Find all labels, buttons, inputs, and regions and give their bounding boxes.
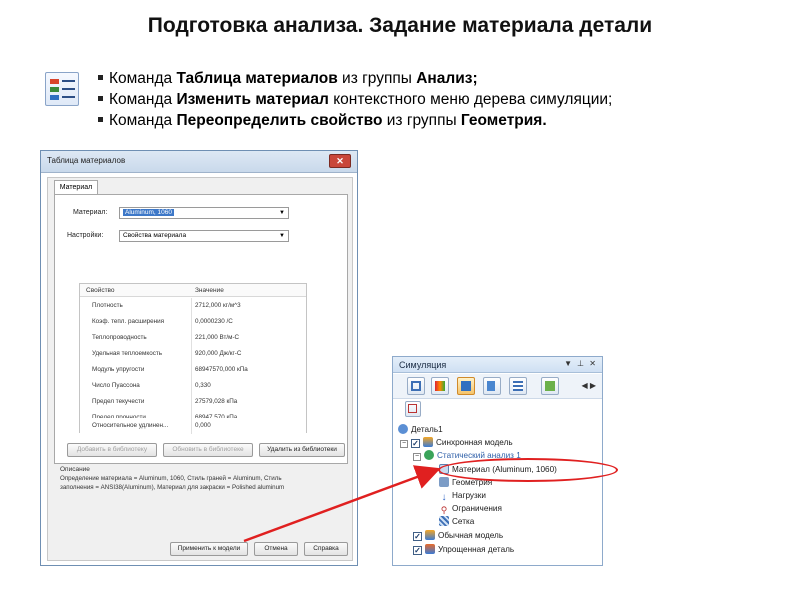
pointer-arrow <box>243 465 441 543</box>
